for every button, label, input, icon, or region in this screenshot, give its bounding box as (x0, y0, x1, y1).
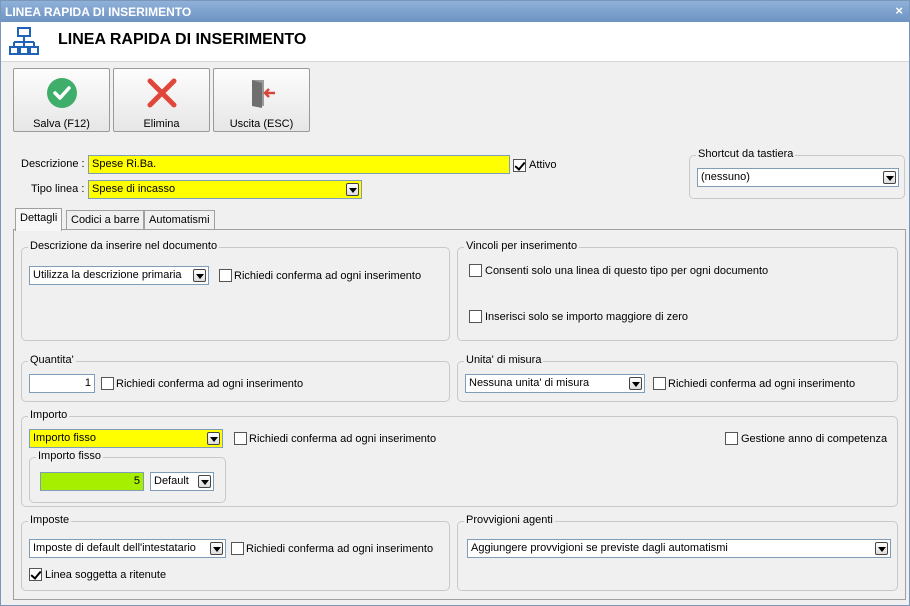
taxes-group: Imposte Imposte di default dell'intestat… (21, 514, 450, 591)
unit-select-value: Nessuna unita' di misura (469, 377, 590, 389)
quantity-input[interactable]: 1 (29, 374, 95, 393)
quantity-group-title: Quantita' (28, 354, 76, 366)
commissions-select[interactable]: Aggiungere provvigioni se previste dagli… (467, 539, 891, 558)
fixed-amount-mode-select[interactable]: Default (150, 472, 214, 491)
shortcut-group: Shortcut da tastiera (nessuno) (689, 148, 905, 199)
chevron-down-icon[interactable] (629, 377, 642, 390)
chevron-down-icon[interactable] (346, 183, 359, 196)
active-label: Attivo (529, 159, 557, 171)
shortcut-group-title: Shortcut da tastiera (696, 148, 796, 160)
constraints-group-title: Vincoli per inserimento (464, 240, 580, 252)
amount-confirm-checkbox[interactable] (234, 432, 247, 445)
dialog-window: LINEA RAPIDA DI INSERIMENTO × LINEA RAPI… (0, 0, 910, 606)
delete-label: Elimina (143, 118, 180, 130)
taxes-confirm-label: Richiedi conferma ad ogni inserimento (246, 543, 434, 555)
type-label: Tipo linea : (31, 183, 85, 195)
description-label: Descrizione : (21, 158, 85, 170)
chevron-down-icon[interactable] (210, 542, 223, 555)
quantity-confirm-checkbox[interactable] (101, 377, 114, 390)
chevron-down-icon[interactable] (193, 269, 206, 282)
shortcut-select[interactable]: (nessuno) (697, 168, 899, 187)
network-icon (9, 26, 39, 61)
check-icon (46, 78, 77, 108)
description-group: Descrizione da inserire nel documento Ut… (21, 240, 450, 341)
quantity-group: Quantita' 1 Richiedi conferma ad ogni in… (21, 354, 450, 402)
exit-door-icon (251, 80, 275, 108)
positive-amount-checkbox[interactable] (469, 310, 482, 323)
window-title: LINEA RAPIDA DI INSERIMENTO (5, 5, 192, 19)
one-line-label: Consenti solo una linea di questo tipo p… (485, 265, 769, 277)
exit-button[interactable]: Uscita (ESC) (213, 68, 310, 132)
amount-confirm-label: Richiedi conferma ad ogni inserimento (249, 433, 437, 445)
fixed-amount-mode-value: Default (154, 475, 189, 487)
header: LINEA RAPIDA DI INSERIMENTO (1, 22, 909, 62)
unit-confirm-checkbox[interactable] (653, 377, 666, 390)
year-competence-checkbox[interactable] (725, 432, 738, 445)
tab-automatismi[interactable]: Automatismi (144, 210, 215, 230)
exit-label: Uscita (ESC) (229, 118, 294, 130)
quantity-confirm-label: Richiedi conferma ad ogni inserimento (116, 378, 304, 390)
fixed-amount-group: Importo fisso 5 Default (29, 450, 226, 503)
taxes-select[interactable]: Imposte di default dell'intestatario (29, 539, 226, 558)
save-label: Salva (F12) (33, 118, 90, 130)
fixed-amount-input[interactable]: 5 (40, 472, 144, 491)
taxes-select-value: Imposte di default dell'intestatario (33, 542, 196, 554)
unit-confirm-label: Richiedi conferma ad ogni inserimento (668, 378, 856, 390)
description-mode-value: Utilizza la descrizione primaria (33, 269, 182, 281)
chevron-down-icon[interactable] (875, 542, 888, 555)
chevron-down-icon[interactable] (198, 475, 211, 488)
description-confirm-checkbox[interactable] (219, 269, 232, 282)
taxes-group-title: Imposte (28, 514, 72, 526)
chevron-down-icon[interactable] (207, 432, 220, 445)
tab-panel-dettagli: Descrizione da inserire nel documento Ut… (13, 229, 906, 600)
description-group-title: Descrizione da inserire nel documento (28, 240, 220, 252)
active-checkbox[interactable] (513, 159, 526, 172)
unit-select[interactable]: Nessuna unita' di misura (465, 374, 645, 393)
commissions-select-value: Aggiungere provvigioni se previste dagli… (471, 542, 728, 554)
type-select-value: Spese di incasso (92, 183, 176, 195)
description-mode-select[interactable]: Utilizza la descrizione primaria (29, 266, 209, 285)
one-line-checkbox[interactable] (469, 264, 482, 277)
chevron-down-icon[interactable] (883, 171, 896, 184)
close-icon[interactable]: × (895, 3, 903, 18)
page-title: LINEA RAPIDA DI INSERIMENTO (58, 31, 307, 48)
save-button[interactable]: Salva (F12) (13, 68, 110, 132)
title-bar: LINEA RAPIDA DI INSERIMENTO × (1, 1, 909, 22)
delete-x-icon (147, 78, 176, 108)
shortcut-select-value: (nessuno) (701, 171, 750, 183)
amount-group: Importo Importo fisso Richiedi conferma … (21, 409, 898, 507)
description-input[interactable]: Spese Ri.Ba. (88, 155, 510, 174)
tab-codici-a-barre[interactable]: Codici a barre (66, 210, 145, 230)
tab-dettagli[interactable]: Dettagli (15, 208, 63, 231)
unit-group: Unita' di misura Nessuna unita' di misur… (457, 354, 898, 402)
positive-amount-label: Inserisci solo se importo maggiore di ze… (485, 311, 688, 323)
unit-group-title: Unita' di misura (464, 354, 544, 366)
description-confirm-label: Richiedi conferma ad ogni inserimento (234, 270, 422, 282)
amount-type-select[interactable]: Importo fisso (29, 429, 223, 448)
amount-type-value: Importo fisso (33, 432, 96, 444)
delete-button[interactable]: Elimina (113, 68, 210, 132)
taxes-confirm-checkbox[interactable] (231, 542, 244, 555)
commissions-group: Provvigioni agenti Aggiungere provvigion… (457, 514, 898, 591)
withholding-checkbox[interactable] (29, 568, 42, 581)
commissions-group-title: Provvigioni agenti (464, 514, 555, 526)
type-select[interactable]: Spese di incasso (88, 180, 362, 199)
constraints-group: Vincoli per inserimento Consenti solo un… (457, 240, 898, 341)
withholding-label: Linea soggetta a ritenute (45, 569, 167, 581)
fixed-amount-title: Importo fisso (36, 450, 103, 462)
amount-group-title: Importo (28, 409, 70, 421)
year-competence-label: Gestione anno di competenza (741, 433, 888, 445)
